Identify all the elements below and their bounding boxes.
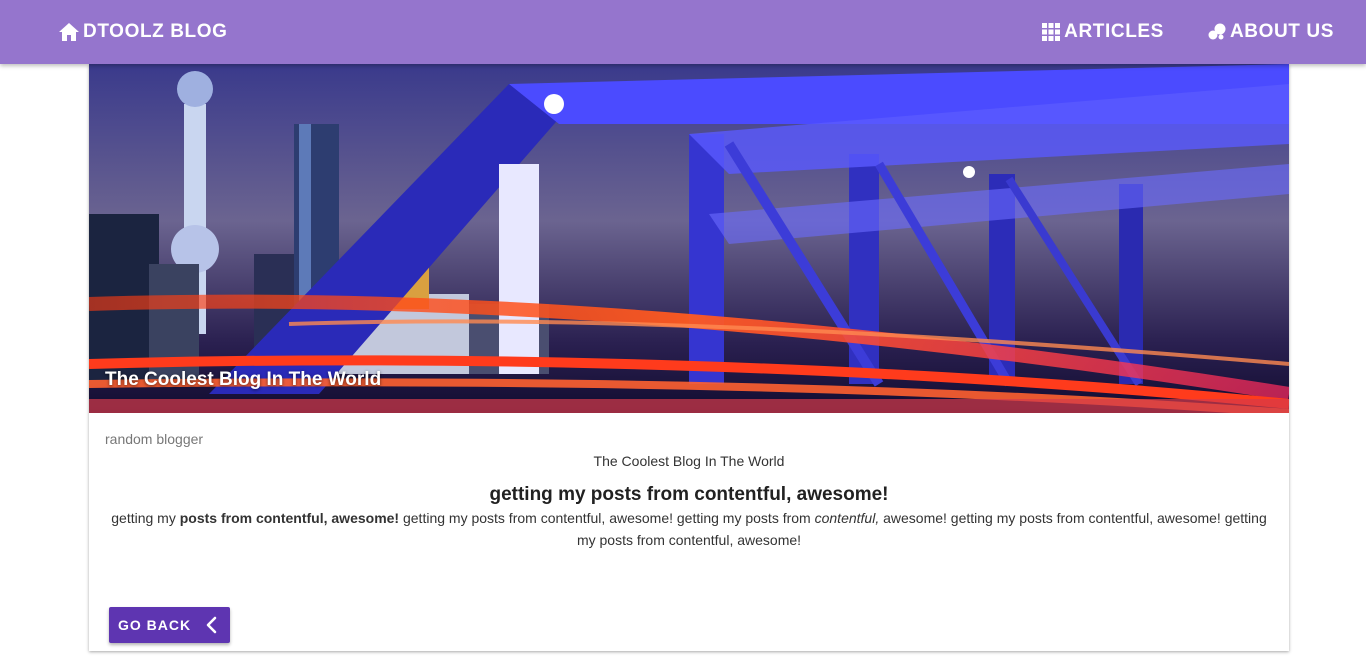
grid-icon xyxy=(1042,23,1061,41)
main-nav: ARTICLES ABOUT US xyxy=(998,0,1334,64)
hero-scene xyxy=(89,64,1289,413)
nav-about-us[interactable]: ABOUT US xyxy=(1208,21,1334,43)
post-subtitle: The Coolest Blog In The World xyxy=(593,453,785,469)
nav-articles[interactable]: ARTICLES xyxy=(1042,21,1164,43)
author-name: random blogger xyxy=(105,431,204,447)
post-card: The Coolest Blog In The World random blo… xyxy=(89,64,1289,651)
hero-image: The Coolest Blog In The World xyxy=(89,64,1289,413)
body-bold-text: posts from contentful, awesome! xyxy=(179,510,400,526)
post-title: getting my posts from contentful, awesom… xyxy=(489,484,889,505)
brand-link[interactable]: DTOOLZ BLOG xyxy=(58,0,228,64)
post-body: getting my posts from contentful, awesom… xyxy=(109,507,1269,551)
body-italic-text: contentful, xyxy=(814,510,880,526)
home-icon xyxy=(59,23,79,41)
top-app-bar: DTOOLZ BLOG ARTICLES ABOUT US xyxy=(0,0,1366,64)
chevron-left-icon xyxy=(206,616,217,634)
nav-articles-label: ARTICLES xyxy=(1064,21,1164,42)
hero-title: The Coolest Blog In The World xyxy=(105,369,382,390)
go-back-label: GO BACK xyxy=(118,617,192,633)
nav-about-label: ABOUT US xyxy=(1229,21,1334,42)
body-text-1: getting my xyxy=(111,510,180,526)
bubbles-icon xyxy=(1208,23,1226,40)
body-text-2: getting my posts from contentful, awesom… xyxy=(399,510,815,526)
go-back-button[interactable]: GO BACK xyxy=(109,607,230,643)
brand-label: DTOOLZ BLOG xyxy=(83,21,228,42)
